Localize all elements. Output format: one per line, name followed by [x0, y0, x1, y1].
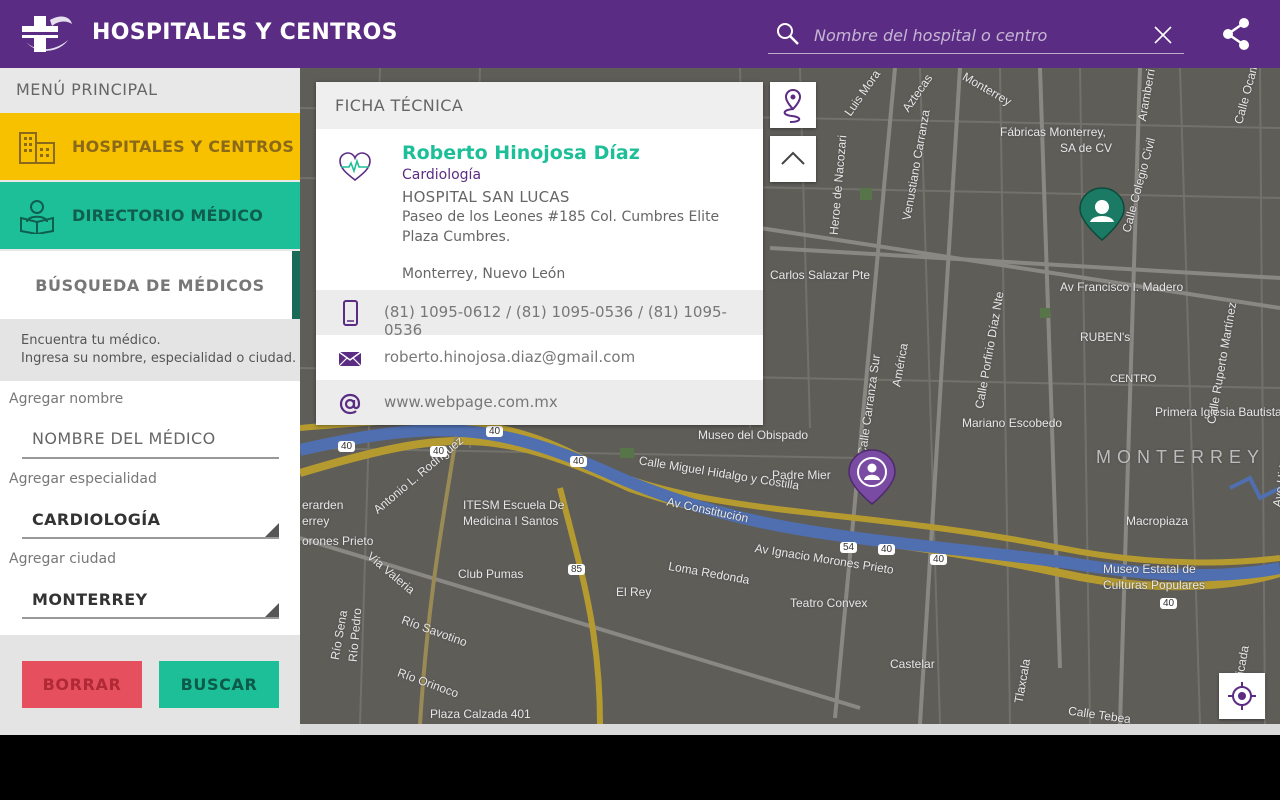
- map-label: Mariano Escobedo: [962, 416, 1063, 430]
- close-icon[interactable]: [1152, 24, 1174, 46]
- map-label: Av Francisco I. Madero: [1060, 280, 1184, 294]
- map-label: Macropiaza: [1126, 514, 1189, 528]
- map-label: CENTRO: [1110, 373, 1157, 385]
- map-label: Carlos Salazar Pte: [770, 268, 871, 282]
- doctor-book-icon: [20, 200, 54, 234]
- dropdown-triangle-icon: [265, 603, 279, 617]
- form-actions: BORRAR BUSCAR: [0, 635, 300, 735]
- doctor-city: Monterrey, Nuevo León: [402, 266, 566, 282]
- map-label: Fábricas Monterrey,: [1000, 125, 1106, 139]
- email-row[interactable]: roberto.hinojosa.diaz@gmail.com: [316, 335, 763, 380]
- doctor-hospital: HOSPITAL SAN LUCAS: [402, 188, 570, 206]
- name-field-label: Agregar nombre: [9, 391, 124, 407]
- map-label: RUBEN's: [1080, 330, 1131, 344]
- road-shield: 40: [430, 446, 448, 457]
- heartbeat-icon: [339, 152, 371, 182]
- map-label: Teatro Convex: [790, 596, 868, 610]
- clear-button[interactable]: BORRAR: [22, 661, 142, 708]
- dropdown-triangle-icon: [265, 523, 279, 537]
- help-line-2: Ingresa su nombre, especialidad o ciudad…: [21, 351, 297, 366]
- envelope-icon: [338, 351, 362, 367]
- doctor-search-label: BÚSQUEDA DE MÉDICOS: [35, 276, 265, 295]
- app-logo-icon: [20, 16, 74, 52]
- website-text: www.webpage.com.mx: [384, 393, 558, 411]
- map-label: SA de CV: [1060, 141, 1113, 155]
- locate-target-icon: [1228, 682, 1256, 710]
- road-shield: 40: [570, 456, 588, 467]
- route-pin-icon: [783, 88, 802, 123]
- map-label: errey: [302, 514, 330, 528]
- doctor-info-card: FICHA TÉCNICA Roberto Hinojosa Díaz Card…: [316, 82, 763, 425]
- map-label: El Rey: [616, 585, 652, 599]
- page-title: HOSPITALES Y CENTROS: [92, 20, 398, 45]
- specialty-select[interactable]: CARDIOLOGÍA: [22, 499, 279, 539]
- hospital-building-icon: [19, 132, 55, 164]
- doctor-name-input[interactable]: [32, 429, 262, 448]
- website-row[interactable]: www.webpage.com.mx: [316, 380, 763, 425]
- specialty-value: CARDIOLOGÍA: [32, 510, 161, 529]
- nav-hospitals-label: HOSPITALES Y CENTROS: [72, 137, 295, 156]
- doctor-pin-icon[interactable]: [847, 448, 897, 506]
- map-label: ITESM Escuela De: [463, 498, 565, 512]
- search-help-text: Encuentra tu médico. Ingresa su nombre, …: [0, 319, 300, 381]
- doctor-address-line2: Plaza Cumbres.: [402, 229, 511, 245]
- card-header: FICHA TÉCNICA: [316, 82, 763, 129]
- my-location-button[interactable]: [1219, 673, 1265, 719]
- map-label: Medicina I Santos: [463, 514, 559, 528]
- city-field-label: Agregar ciudad: [9, 551, 117, 567]
- nav-doctor-search[interactable]: BÚSQUEDA DE MÉDICOS: [0, 251, 300, 319]
- map-footer-strip: [300, 724, 1280, 735]
- road-shield: 40: [338, 441, 356, 452]
- road-shield: 85: [568, 564, 586, 575]
- app-root: HOSPITALES Y CENTROS MENÚ PRINCIPAL: [0, 0, 1280, 800]
- doctor-pin-icon[interactable]: [1078, 186, 1126, 242]
- map-label: erarden: [302, 498, 344, 512]
- map-label: MONTERREY: [1096, 447, 1266, 467]
- map-label: Museo del Obispado: [698, 428, 809, 442]
- doctor-name: Roberto Hinojosa Díaz: [402, 142, 640, 164]
- search-icon: [777, 23, 799, 45]
- map-label: Culturas Populares: [1103, 578, 1206, 592]
- chevron-up-icon: [781, 151, 805, 165]
- phone-text: (81) 1095-0612 / (81) 1095-0536 / (81) 1…: [384, 303, 727, 339]
- search-input[interactable]: [814, 23, 1134, 47]
- search-button[interactable]: BUSCAR: [159, 661, 279, 708]
- road-shield: 40: [1160, 598, 1178, 609]
- route-button[interactable]: [770, 82, 816, 128]
- map-label: Castelar: [890, 657, 935, 671]
- nav-directory-label: DIRECTORIO MÉDICO: [72, 206, 264, 225]
- menu-title: MENÚ PRINCIPAL: [16, 80, 158, 99]
- name-field-wrap: [22, 419, 279, 459]
- nav-hospitals-centers[interactable]: HOSPITALES Y CENTROS: [0, 113, 300, 180]
- card-header-title: FICHA TÉCNICA: [335, 96, 464, 115]
- road-shield: 40: [486, 426, 504, 437]
- bottom-black-band: [0, 735, 1280, 800]
- road-shield: 54: [840, 542, 858, 553]
- city-select[interactable]: MONTERREY: [22, 579, 279, 619]
- nav-medical-directory[interactable]: DIRECTORIO MÉDICO: [0, 182, 300, 249]
- help-line-1: Encuentra tu médico.: [21, 333, 161, 348]
- city-value: MONTERREY: [32, 590, 148, 609]
- map-label: Padre Mier: [772, 468, 831, 482]
- map-label: Plaza Calzada 401: [430, 707, 531, 721]
- phone-row[interactable]: (81) 1095-0612 / (81) 1095-0536 / (81) 1…: [316, 290, 763, 339]
- specialty-field-label: Agregar especialidad: [9, 471, 157, 487]
- at-sign-icon: [339, 393, 361, 415]
- active-indicator: [292, 251, 300, 319]
- email-text: roberto.hinojosa.diaz@gmail.com: [384, 348, 636, 366]
- share-icon[interactable]: [1220, 16, 1254, 52]
- road-shield: 40: [930, 554, 948, 565]
- map-label: Club Pumas: [458, 567, 524, 581]
- top-app-bar: HOSPITALES Y CENTROS: [0, 0, 1280, 68]
- doctor-search-form: Agregar nombre Agregar especialidad CARD…: [0, 381, 300, 635]
- mobile-phone-icon: [343, 300, 358, 326]
- doctor-address-line1: Paseo de los Leones #185 Col. Cumbres El…: [402, 209, 720, 225]
- road-shield: 40: [878, 544, 896, 555]
- map-label: orones Prieto: [302, 534, 374, 548]
- main-menu-sidebar: MENÚ PRINCIPAL HOSPITALES Y CENTROS DIRE…: [0, 68, 300, 735]
- collapse-card-button[interactable]: [770, 136, 816, 182]
- search-bar: [768, 16, 1184, 54]
- map-label: Museo Estatal de: [1103, 562, 1196, 576]
- doctor-specialty: Cardiología: [402, 167, 482, 183]
